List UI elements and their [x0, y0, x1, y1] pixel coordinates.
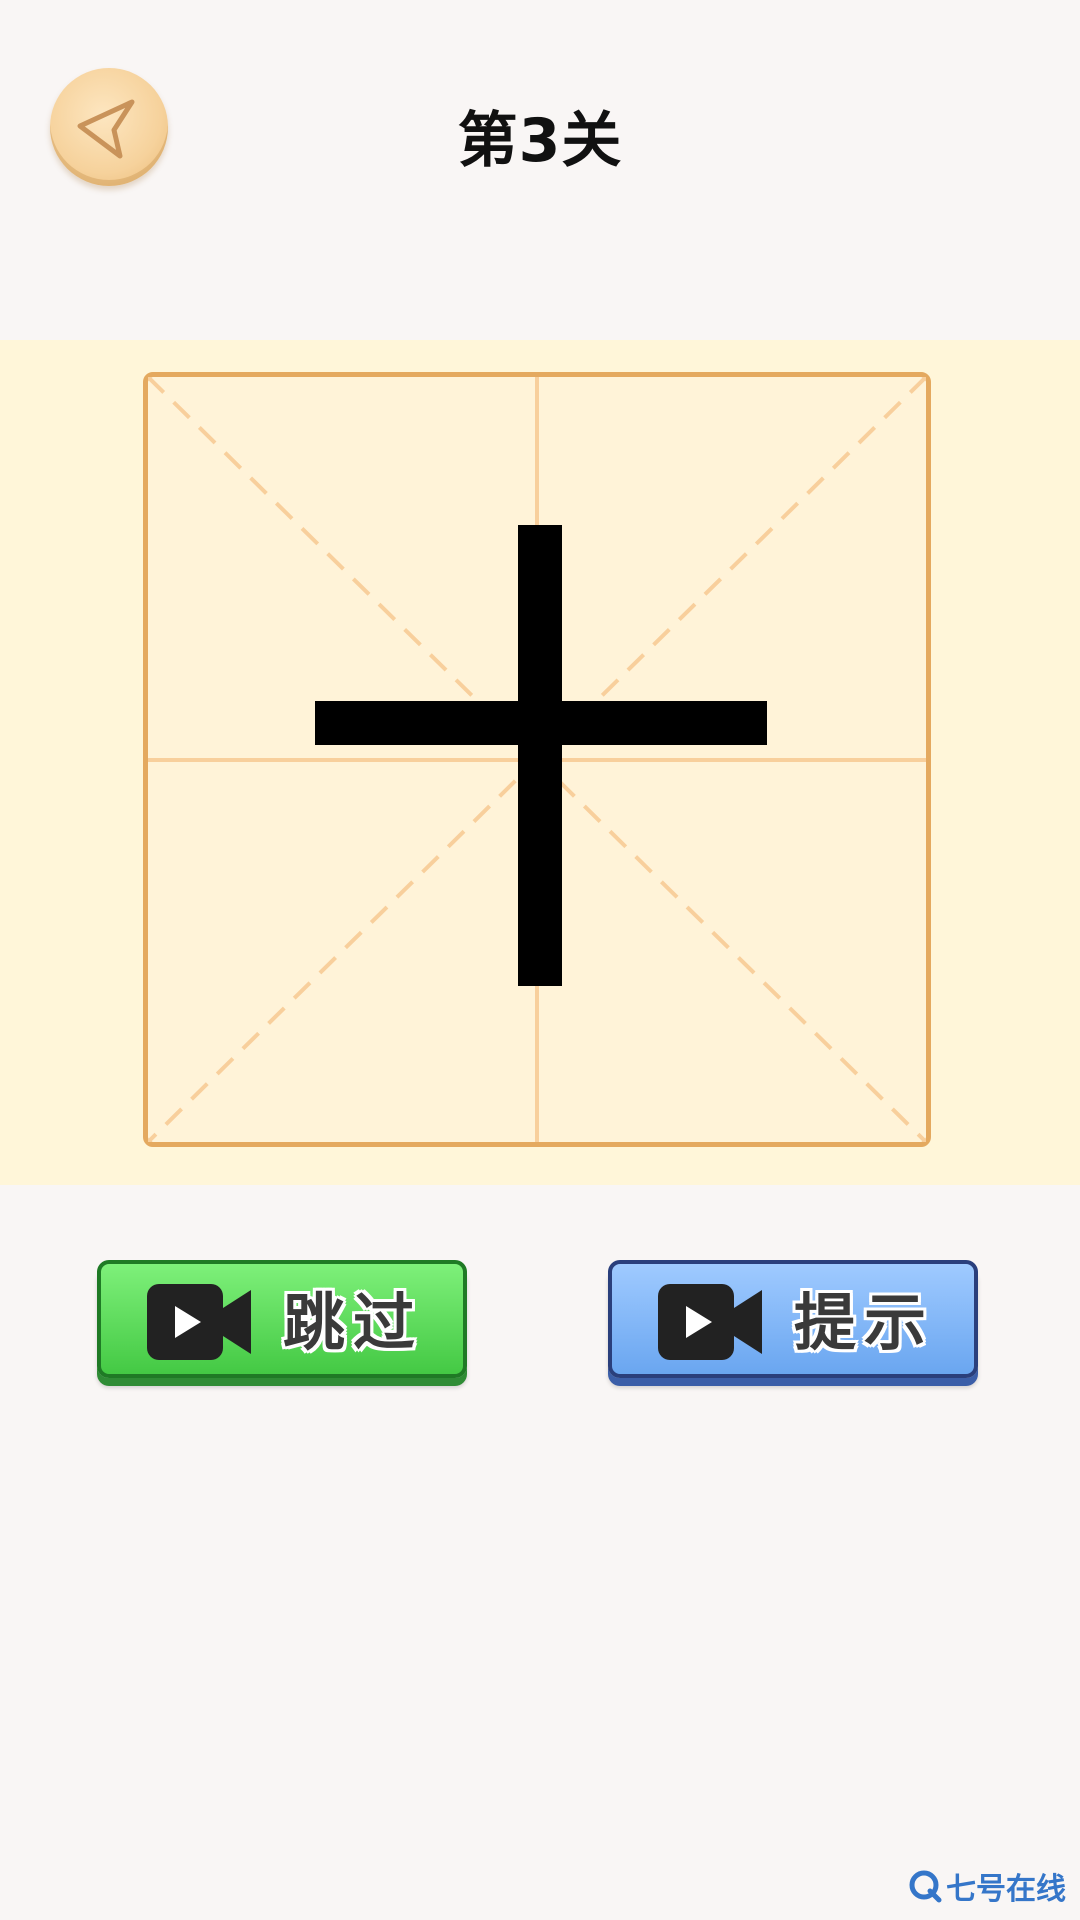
q-logo-icon — [909, 1870, 942, 1903]
skip-label: 跳过 — [283, 1286, 424, 1359]
skip-button[interactable]: 跳过 — [97, 1260, 467, 1378]
watermark: 七号在线 — [908, 1864, 1066, 1908]
hint-label: 提示 — [794, 1286, 935, 1359]
character-stroke-vertical[interactable] — [518, 525, 562, 986]
video-camera-icon — [147, 1284, 251, 1360]
video-camera-icon — [658, 1284, 762, 1360]
hint-button[interactable]: 提示 — [608, 1260, 978, 1378]
level-title: 第3关 — [457, 106, 623, 176]
watermark-text: 七号在线 — [946, 1872, 1066, 1907]
